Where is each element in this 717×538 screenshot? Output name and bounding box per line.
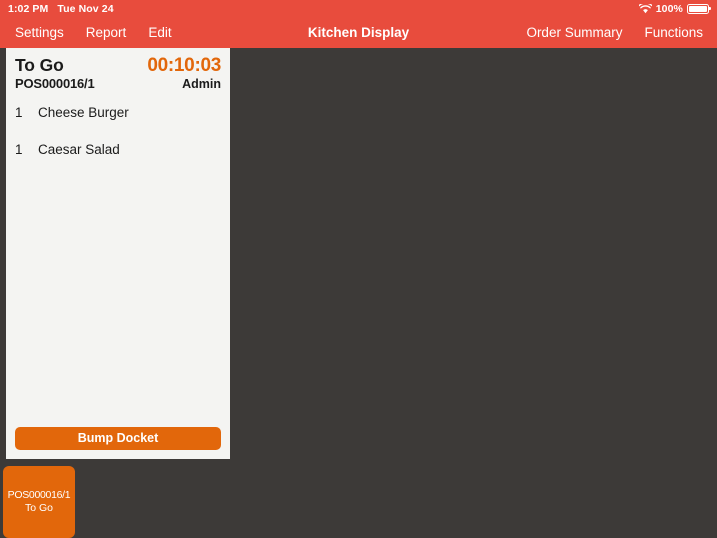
docket-footer: Bump Docket bbox=[6, 427, 230, 459]
docket-line-item-qty: 1 bbox=[15, 142, 23, 157]
status-bar-left: 1:02 PM Tue Nov 24 bbox=[8, 3, 114, 15]
docket-line-item[interactable]: 1 Cheese Burger bbox=[15, 105, 221, 120]
kitchen-display-screen: 1:02 PM Tue Nov 24 100% Settings Report … bbox=[0, 0, 717, 538]
nav-item-edit[interactable]: Edit bbox=[148, 25, 171, 40]
docket-item-list: 1 Cheese Burger 1 Caesar Salad bbox=[6, 91, 230, 427]
docket-line-item-name: Caesar Salad bbox=[38, 142, 120, 157]
docket-line-item-name: Cheese Burger bbox=[38, 105, 129, 120]
bump-docket-button[interactable]: Bump Docket bbox=[15, 427, 221, 450]
nav-item-report[interactable]: Report bbox=[86, 25, 127, 40]
order-tile-order-type: To Go bbox=[24, 502, 53, 514]
docket-line-item-qty: 1 bbox=[15, 105, 23, 120]
docket-card[interactable]: To Go 00:10:03 POS000016/1 Admin 1 Chees… bbox=[3, 48, 233, 462]
wifi-icon bbox=[638, 1, 653, 14]
status-time: 1:02 PM bbox=[8, 2, 49, 15]
docket-header-top-row: To Go 00:10:03 bbox=[15, 55, 221, 77]
nav-bar-left-group: Settings Report Edit bbox=[0, 25, 172, 40]
order-tile-reference: POS000016/1 bbox=[7, 488, 71, 501]
nav-item-functions[interactable]: Functions bbox=[644, 25, 703, 40]
status-bar-right: 100% bbox=[638, 1, 711, 15]
battery-icon bbox=[687, 3, 711, 14]
order-tile-strip: POS000016/1 To Go bbox=[0, 466, 717, 538]
docket-order-type: To Go bbox=[15, 55, 64, 75]
docket-user: Admin bbox=[182, 77, 221, 91]
nav-item-settings[interactable]: Settings bbox=[15, 25, 64, 40]
docket-header-bottom-row: POS000016/1 Admin bbox=[15, 76, 221, 91]
status-bar: 1:02 PM Tue Nov 24 100% bbox=[0, 0, 717, 17]
docket-header: To Go 00:10:03 POS000016/1 Admin bbox=[6, 48, 230, 91]
battery-percent-label: 100% bbox=[655, 2, 683, 15]
nav-bar: Settings Report Edit Kitchen Display Ord… bbox=[0, 17, 717, 48]
docket-line-item[interactable]: 1 Caesar Salad bbox=[15, 142, 221, 157]
nav-bar-right-group: Order Summary Functions bbox=[526, 25, 717, 40]
nav-item-order-summary[interactable]: Order Summary bbox=[526, 25, 622, 40]
status-date: Tue Nov 24 bbox=[57, 2, 114, 15]
order-tile[interactable]: POS000016/1 To Go bbox=[3, 466, 75, 538]
docket-timer: 00:10:03 bbox=[147, 55, 221, 76]
docket-reference: POS000016/1 bbox=[15, 76, 95, 91]
